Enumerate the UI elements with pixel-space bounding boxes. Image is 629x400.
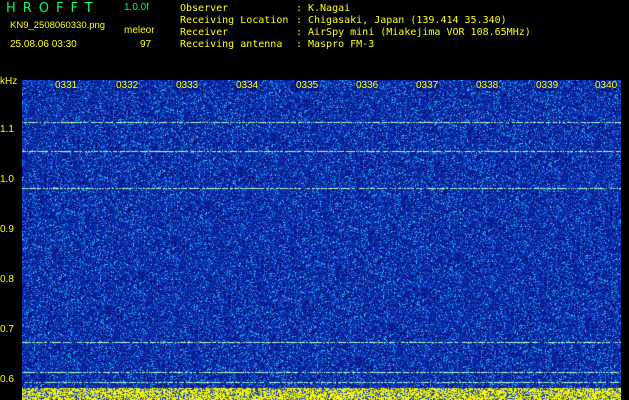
info-label-observer: Observer xyxy=(180,3,229,14)
info-sep: : xyxy=(296,27,303,38)
info-label-antenna: Receiving antenna xyxy=(180,39,283,50)
version-label: 1.0.0f xyxy=(124,2,150,13)
app-title: HROFFT xyxy=(6,1,100,16)
y-tick-label: 0.8 xyxy=(0,274,14,285)
info-value-location: Chigasaki, Japan (139.414 35.340) xyxy=(308,15,507,26)
x-tick-label: 0338 xyxy=(475,80,500,91)
info-value-antenna: Maspro FM-3 xyxy=(308,39,375,50)
datetime-label: 25.08.06 03:30 xyxy=(10,39,77,50)
y-tick-label: 0.7 xyxy=(0,324,14,335)
y-axis-unit: kHz xyxy=(0,76,18,87)
y-tick-label: 0.9 xyxy=(0,224,14,235)
spectrogram-plot: 0331 0332 0333 0334 0335 0336 0337 0338 … xyxy=(22,80,621,400)
info-sep: : xyxy=(296,39,303,50)
x-tick-label: 0340 xyxy=(594,80,619,91)
info-label-receiver: Receiver xyxy=(180,27,229,38)
info-value-receiver: AirSpy mini (Miakejima VOR 108.65MHz) xyxy=(308,27,531,38)
spectrogram-canvas xyxy=(22,80,621,400)
x-tick-label: 0335 xyxy=(295,80,320,91)
y-tick-label: 1.1 xyxy=(0,124,14,135)
header-panel: HROFFT 1.0.0f KN9_2508060330.png meleor … xyxy=(0,0,629,78)
y-tick-label: 1.0 xyxy=(0,174,14,185)
filename-label: KN9_2508060330.png xyxy=(10,20,106,31)
x-tick-label: 0333 xyxy=(175,80,200,91)
x-tick-label: 0332 xyxy=(115,80,140,91)
x-tick-label: 0336 xyxy=(355,80,380,91)
info-sep: : xyxy=(296,15,303,26)
x-tick-label: 0331 xyxy=(54,80,79,91)
x-tick-label: 0337 xyxy=(415,80,440,91)
x-tick-label: 0334 xyxy=(235,80,260,91)
count-label: 97 xyxy=(140,39,152,50)
mode-label: meleor xyxy=(124,25,155,36)
info-value-observer: K.Nagai xyxy=(308,3,351,14)
info-sep: : xyxy=(296,3,303,14)
x-tick-label: 0339 xyxy=(535,80,560,91)
y-tick-label: 0.6 xyxy=(0,374,14,385)
info-label-location: Receiving Location xyxy=(180,15,289,26)
